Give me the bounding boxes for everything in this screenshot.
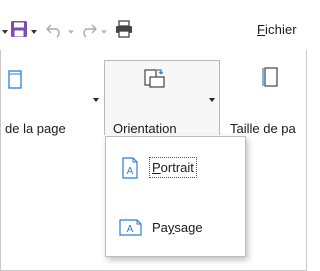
save-icon[interactable] (10, 20, 28, 38)
save-dropdown-arrow[interactable] (31, 29, 37, 35)
page-margins-icon (8, 70, 24, 90)
menu-item-portrait[interactable]: A Portrait (106, 151, 245, 191)
landscape-page-icon: A (119, 219, 143, 237)
svg-text:A: A (127, 224, 134, 235)
menu-fichier[interactable]: Fichier (257, 22, 297, 37)
redo-icon[interactable] (78, 20, 98, 38)
svg-text:A: A (127, 166, 134, 177)
page-size-label[interactable]: Taille de pa (230, 121, 296, 136)
page-margins-label[interactable]: de la page (5, 121, 66, 136)
menu-item-landscape[interactable]: A Paysage (106, 211, 245, 251)
landscape-text-pre: Pa (152, 220, 168, 235)
orientation-dropdown-arrow[interactable] (209, 98, 215, 102)
undo-icon[interactable] (45, 20, 65, 38)
quick-access-toolbar: Fichier (0, 0, 307, 50)
portrait-page-icon: A (122, 157, 138, 179)
page-size-icon (262, 66, 280, 90)
fichier-accesskey: F (257, 22, 266, 37)
portrait-text: ortrait (160, 160, 194, 175)
undo-dropdown-arrow[interactable] (68, 29, 74, 35)
landscape-text-rest: sage (174, 220, 203, 235)
menu-item-portrait-label: Portrait (149, 157, 197, 178)
page-margins-dropdown-arrow[interactable] (93, 98, 99, 102)
orientation-label: Orientation (113, 121, 177, 136)
menu-item-landscape-label: Paysage (152, 220, 203, 235)
toolbar-dropdown-arrow[interactable] (2, 29, 8, 35)
orientation-menu: A Portrait A Paysage (105, 136, 246, 257)
orientation-icon (143, 68, 165, 90)
print-icon[interactable] (114, 19, 134, 39)
fichier-label: ichier (265, 22, 297, 37)
portrait-accesskey: P (152, 160, 161, 175)
orientation-button[interactable]: Orientation (104, 60, 220, 136)
redo-dropdown-arrow[interactable] (101, 29, 107, 35)
